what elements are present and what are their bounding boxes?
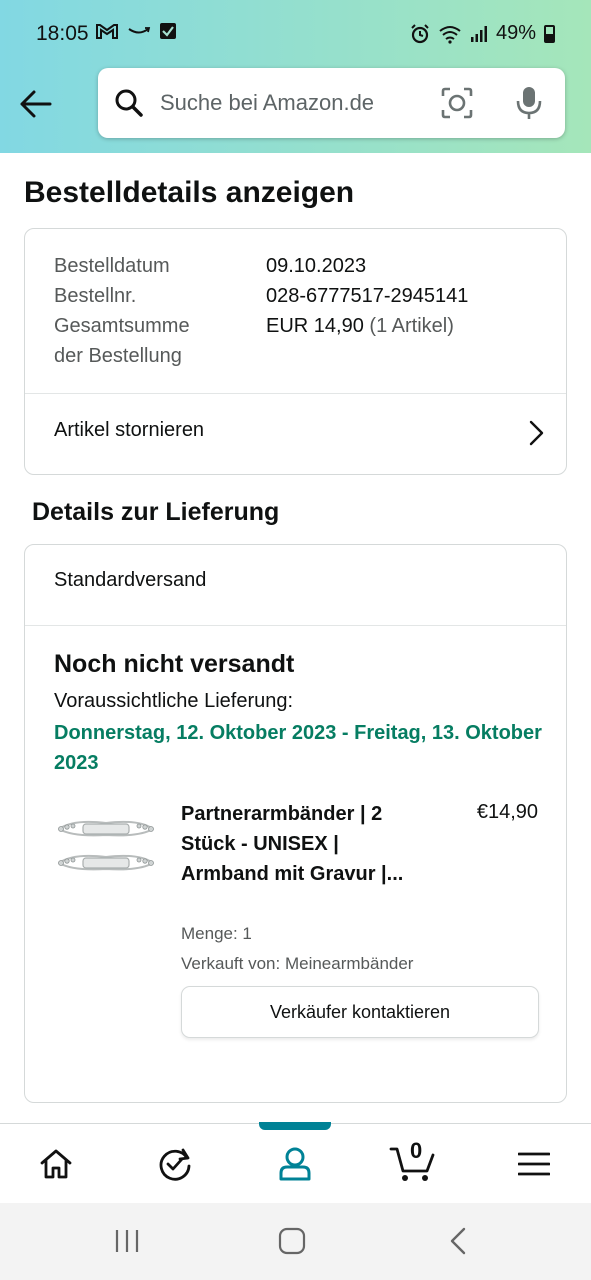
order-total-label-line1: Gesamtsumme [54,315,190,337]
active-tab-indicator [259,1122,331,1130]
hamburger-menu-icon [518,1152,550,1176]
order-total-item-count: (1 Artikel) [369,315,454,337]
estimated-delivery-date: Donnerstag, 12. Oktober 2023 - Freitag, … [54,722,542,774]
order-total-value: EUR 14,90 (1 Artikel) [266,311,454,341]
recent-apps-icon[interactable] [113,1227,141,1255]
contact-seller-button[interactable]: Verkäufer kontaktieren [181,986,539,1038]
nav-buy-again[interactable] [150,1142,200,1186]
home-icon [40,1149,72,1179]
shipping-status: Noch nicht versandt [54,650,295,678]
account-icon [279,1147,311,1181]
search-bar[interactable] [98,68,565,138]
product-seller: Verkauft von: Meinearmbänder [181,954,414,973]
page-title: Bestelldetails anzeigen [24,176,355,209]
order-date-value: 09.10.2023 [266,255,367,277]
product-title[interactable]: Partnerarmbänder | 2 Stück - UNISEX | Ar… [181,799,431,889]
battery-percentage: 49% [495,22,536,44]
order-summary-card: Bestelldatum 09.10.2023 Bestellnr. 028-6… [24,228,567,475]
gmail-icon [96,24,118,39]
card-divider [25,625,566,626]
search-input[interactable] [160,82,410,124]
status-time: 18:05 [36,22,89,45]
chevron-right-icon [529,420,544,446]
system-back-icon[interactable] [448,1227,470,1255]
wifi-icon [439,25,461,44]
checkbox-notification-icon [160,23,176,39]
nav-account[interactable] [270,1142,320,1186]
status-bar: 18:05 49% [0,0,591,68]
amazon-smile-icon [128,27,151,34]
reorder-icon [159,1148,191,1181]
cart-count-badge: 0 [410,1138,423,1163]
product-image[interactable] [53,815,159,885]
nav-menu[interactable] [509,1142,559,1186]
status-system-icons: 49% [410,22,555,45]
home-button-icon[interactable] [278,1227,306,1255]
app-header: 18:05 49% [0,0,591,153]
delivery-section-title: Details zur Lieferung [32,498,280,526]
bottom-navigation: 0 [0,1122,591,1203]
product-price: €14,90 [476,801,538,823]
nav-home[interactable] [31,1142,81,1186]
cancel-items-row[interactable]: Artikel stornieren [25,394,566,474]
order-total-label-line2: der Bestellung [54,345,182,367]
microphone-icon[interactable] [516,85,542,121]
order-number-value: 028-6777517-2945141 [266,285,469,307]
search-icon [115,89,143,117]
product-quantity: Menge: 1 [181,924,252,943]
cancel-items-label: Artikel stornieren [54,419,205,441]
status-notification-icons [95,22,177,40]
back-arrow-icon[interactable] [18,86,54,122]
alarm-icon [411,23,429,43]
camera-lens-icon[interactable] [441,87,473,119]
order-number-label: Bestellnr. [54,285,137,307]
estimated-delivery-label: Voraussichtliche Lieferung: [54,690,294,712]
order-total-amount: EUR 14,90 [266,315,364,337]
shipping-method: Standardversand [54,569,207,591]
system-navigation-bar [0,1203,591,1280]
battery-icon [544,24,555,43]
delivery-card: Standardversand Noch nicht versandt Vora… [24,544,567,1103]
signal-icon [470,25,487,42]
order-date-label: Bestelldatum [54,255,170,277]
